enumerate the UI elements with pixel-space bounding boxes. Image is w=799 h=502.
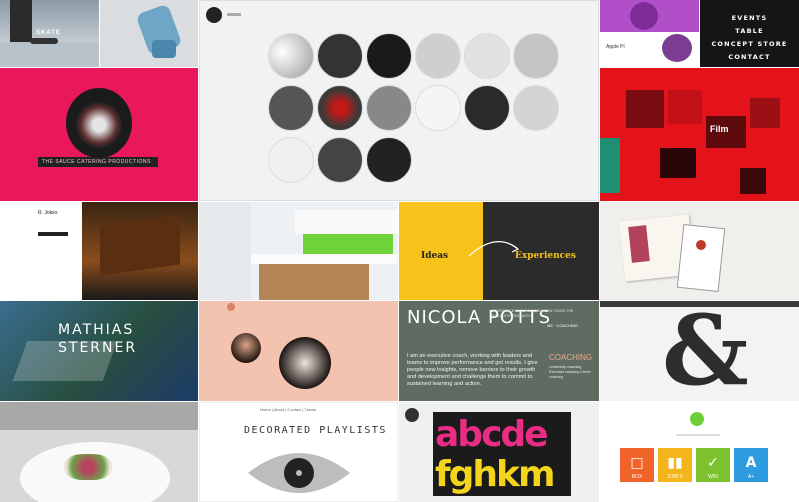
nav[interactable]: Home | About | Contact | Tracks (260, 407, 316, 412)
tile-gallery[interactable] (199, 0, 599, 201)
gallery-item[interactable] (366, 33, 412, 79)
gallery-item[interactable] (464, 33, 510, 79)
gallery-item[interactable] (513, 85, 559, 131)
tile-portraits[interactable] (199, 301, 398, 401)
app-box[interactable]: □ BOX (620, 448, 654, 482)
gallery-item[interactable] (415, 33, 461, 79)
gallery-item[interactable] (366, 137, 412, 183)
gallery-item[interactable] (513, 33, 559, 79)
tile-mathias[interactable]: MATHIAS STERNER (0, 301, 198, 401)
arrow-icon (468, 241, 520, 257)
logo-icon (206, 7, 222, 23)
app-stats[interactable]: ▮▮ STATS (658, 448, 692, 482)
gallery-item[interactable] (268, 33, 314, 79)
body-text: I am an executive coach, working with le… (407, 353, 538, 387)
right-label: Experiences (515, 251, 576, 261)
menu-item-contact[interactable]: CONTACT (700, 53, 799, 61)
heading: COACHING (549, 353, 593, 362)
app-win[interactable]: ✓ WIN (696, 448, 730, 482)
avatar (231, 333, 261, 363)
phone-icon (690, 412, 704, 426)
gallery-item[interactable] (317, 137, 363, 183)
page-title: DECORATED PLAYLISTS (244, 425, 387, 436)
left-label: Ideas (421, 251, 449, 261)
typeface-sample: fghkm (435, 454, 556, 495)
title: MATHIAS STERNER (58, 322, 138, 356)
tile-skate[interactable]: SKATE (0, 0, 99, 67)
tile-title: SKATE (36, 30, 61, 36)
gallery-item[interactable] (317, 33, 363, 79)
menu-item-concept-store[interactable]: CONCEPT STORE (700, 40, 799, 48)
tile-alphabet[interactable]: abcde fghkm (399, 402, 599, 502)
brand: Apple Pi (606, 44, 625, 50)
tile-ampersand[interactable]: & (600, 301, 799, 401)
gallery-item[interactable] (317, 85, 363, 131)
tile-toy[interactable] (100, 0, 198, 67)
tile-kitchen[interactable] (199, 202, 398, 300)
tile-apple-pi[interactable]: Apple Pi (600, 0, 699, 67)
elephant-icon (630, 2, 658, 30)
tile-nicola[interactable]: NICOLA POTTS CONFIDENCE ABOUT MY CONFIDE… (399, 301, 599, 401)
menu-item-events[interactable]: EVENTS (700, 14, 799, 22)
gallery-item[interactable] (268, 137, 314, 183)
menu-item-table[interactable]: TABLE (700, 27, 799, 35)
banner: THE SAUCE CATERING PRODUCTIONS (42, 159, 151, 165)
avatar (279, 337, 331, 389)
gallery-item[interactable] (268, 85, 314, 131)
tile-playlists[interactable]: Home | About | Contact | Tracks DECORATE… (199, 402, 398, 502)
brand: R. Jokes (38, 210, 58, 216)
gallery-item[interactable] (415, 85, 461, 131)
dish-image (64, 454, 112, 480)
eye-record-icon (248, 453, 350, 493)
gallery-item[interactable] (366, 85, 412, 131)
nav[interactable]: ME · COACHING (547, 323, 578, 328)
tile-sauce[interactable]: THE SAUCE CATERING PRODUCTIONS (0, 68, 198, 201)
typeface-sample: abcde (435, 414, 549, 455)
logo-icon (405, 408, 419, 422)
tile-ideas[interactable]: Ideas Experiences (399, 202, 599, 300)
label: Film (710, 124, 729, 134)
gallery-item[interactable] (464, 85, 510, 131)
app-a[interactable]: A A+ (734, 448, 768, 482)
side-text: Leadership coaching Executive coaching C… (549, 365, 591, 379)
ampersand-icon: & (662, 301, 749, 401)
tagline: CONFIDENCE ABOUT MY CONFIDENT BOOK THE T… (491, 309, 574, 318)
tile-food[interactable] (0, 402, 198, 502)
tile-books[interactable] (600, 202, 799, 300)
tile-film[interactable]: Film (600, 68, 799, 201)
tile-menu[interactable]: EVENTS TABLE CONCEPT STORE CONTACT (700, 0, 799, 67)
tile-rjokes[interactable]: R. Jokes (0, 202, 198, 300)
skateboard-icon (30, 38, 58, 44)
